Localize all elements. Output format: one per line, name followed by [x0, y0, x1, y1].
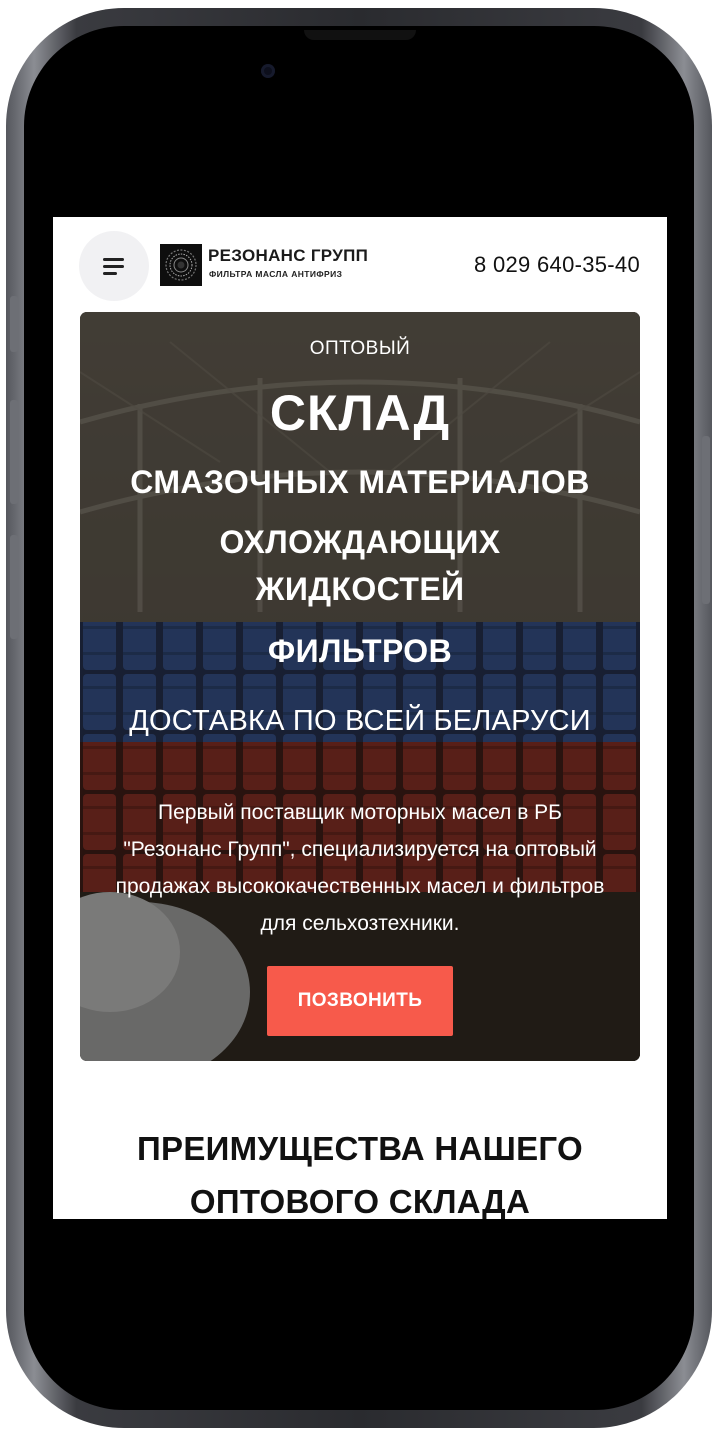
- site-header: РЕЗОНАНС ГРУПП ФИЛЬТРА МАСЛА АНТИФРИЗ 8 …: [53, 217, 667, 312]
- hero-delivery: ДОСТАВКА ПО ВСЕЙ БЕЛАРУСИ: [129, 705, 591, 737]
- hero-line-lubricants: СМАЗОЧНЫХ МАТЕРИАЛОВ: [130, 464, 590, 500]
- hamburger-line: [103, 272, 117, 275]
- advantages-title: ПРЕИМУЩЕСТВА НАШЕГО ОПТОВОГО СКЛАДА: [53, 1122, 667, 1219]
- volume-down-button: [10, 535, 18, 639]
- screen: РЕЗОНАНС ГРУПП ФИЛЬТРА МАСЛА АНТИФРИЗ 8 …: [53, 217, 667, 1219]
- brand-tagline: ФИЛЬТРА МАСЛА АНТИФРИЗ: [209, 269, 343, 279]
- menu-button[interactable]: [79, 231, 149, 301]
- speaker-notch: [304, 30, 416, 40]
- hamburger-line: [103, 265, 124, 268]
- hero-line-filters: ФИЛЬТРОВ: [267, 633, 453, 669]
- logo-icon[interactable]: [160, 244, 202, 286]
- mute-switch: [10, 296, 18, 352]
- call-button[interactable]: ПОЗВОНИТЬ: [267, 966, 453, 1036]
- volume-up-button: [10, 400, 18, 504]
- hero-line-coolants-1: ОХЛОЖДАЮЩИХ: [219, 524, 501, 560]
- hamburger-menu-icon: [103, 258, 124, 261]
- hero-headline: СКЛАД: [269, 385, 451, 441]
- phone-number-link[interactable]: 8 029 640-35-40: [474, 252, 640, 278]
- hero-line-coolants-2: ЖИДКОСТЕЙ: [255, 571, 465, 607]
- power-button: [702, 436, 710, 604]
- hero-banner: ОПТОВЫЙ СКЛАД СМАЗОЧНЫХ МАТЕРИАЛОВ ОХЛОЖ…: [80, 312, 640, 1061]
- brand-name[interactable]: РЕЗОНАНС ГРУПП: [208, 246, 368, 266]
- hero-description: Первый поставщик моторных масел в РБ "Ре…: [115, 801, 605, 935]
- advantages-title-line-2: ОПТОВОГО СКЛАДА: [189, 1183, 531, 1219]
- hero-kicker: ОПТОВЫЙ: [309, 338, 411, 359]
- advantages-title-line-1: ПРЕИМУЩЕСТВА НАШЕГО: [137, 1130, 583, 1167]
- front-camera: [261, 64, 275, 78]
